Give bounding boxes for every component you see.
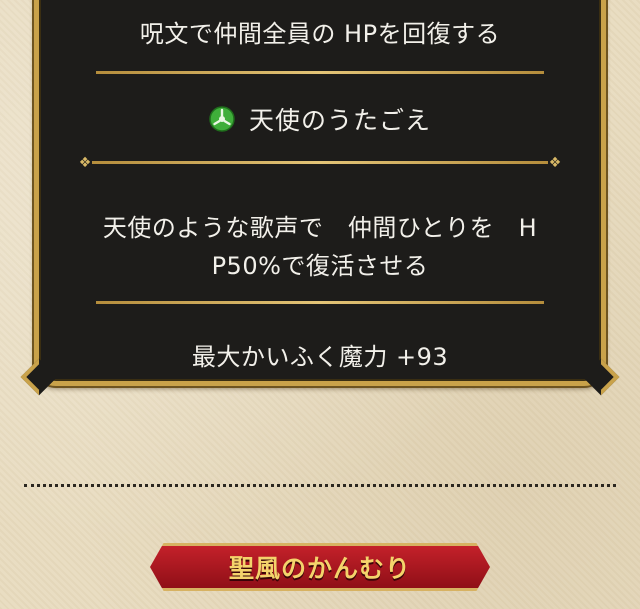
ornament-divider: ❖ ❖ xyxy=(78,156,562,170)
item-banner-label: 聖風のかんむり xyxy=(228,554,411,583)
item-banner[interactable]: 聖風のかんむり xyxy=(150,543,490,591)
spell-description-line2: P50%で復活させる xyxy=(211,252,429,280)
description-panel xyxy=(34,0,606,386)
divider-bottom xyxy=(96,301,544,304)
dotted-separator xyxy=(24,484,616,487)
spell-name: 天使のうたごえ xyxy=(248,106,431,135)
divider-top xyxy=(96,71,544,74)
spell-row: 天使のうたごえ xyxy=(0,103,640,135)
max-heal-power: 最大かいふく魔力 +93 xyxy=(191,343,449,371)
fleur-ornament-icon: ❖ xyxy=(548,155,562,171)
green-orb-icon xyxy=(209,106,235,132)
spell-description-line1: 天使のような歌声で 仲間ひとりを H xyxy=(102,214,538,242)
ornament-line xyxy=(92,161,548,164)
top-description: 呪文で仲間全員の HPを回復する xyxy=(139,20,501,48)
fleur-ornament-icon: ❖ xyxy=(78,155,92,171)
